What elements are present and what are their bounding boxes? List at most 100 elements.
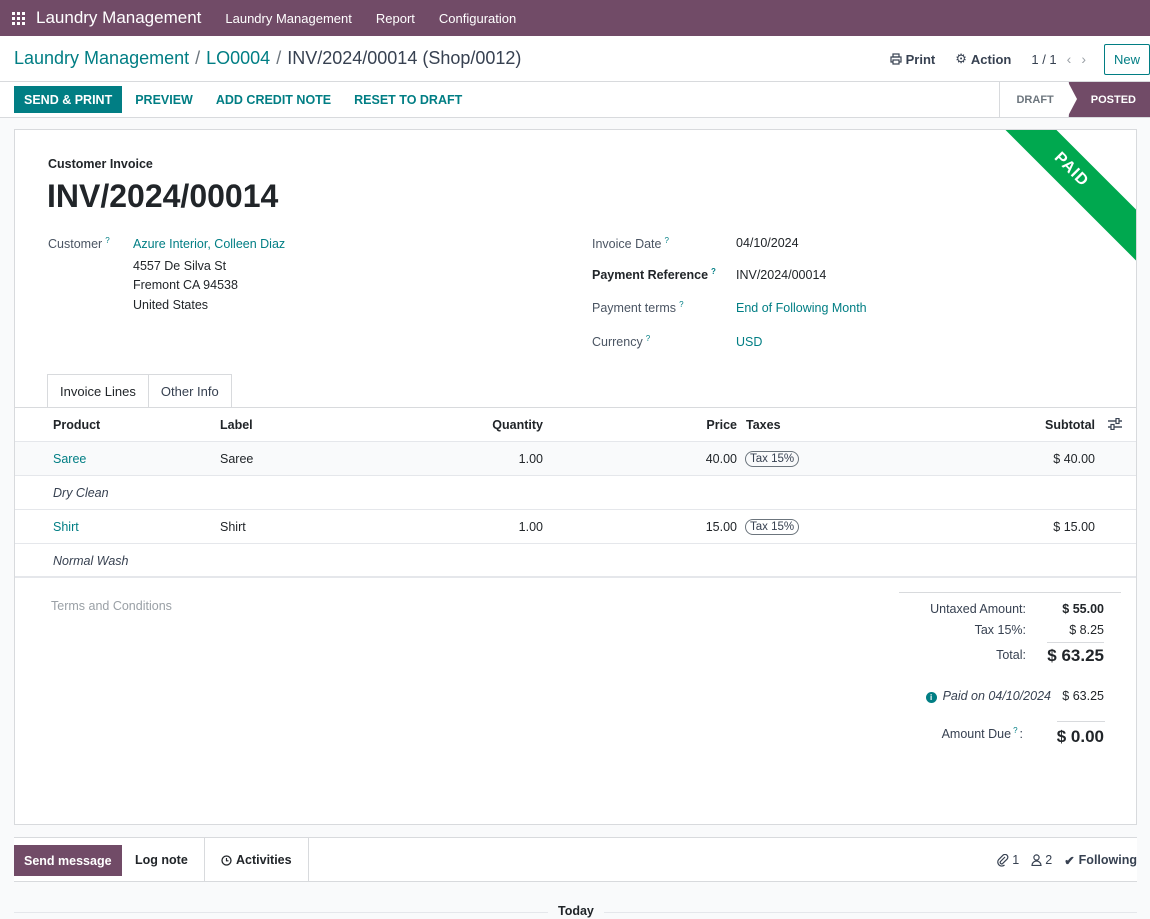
row-product[interactable]: Shirt — [53, 510, 79, 543]
row-note: Normal Wash — [53, 553, 129, 568]
header-taxes[interactable]: Taxes — [746, 408, 781, 441]
paid-ribbon: PAID — [969, 130, 1136, 272]
table-note-row[interactable]: Normal Wash — [15, 544, 1136, 578]
header-product[interactable]: Product — [53, 408, 100, 441]
paid-on-text: Paid on 04/10/2024 — [942, 689, 1051, 703]
reset-to-draft-button[interactable]: RESET TO DRAFT — [344, 86, 472, 113]
payment-reference-field[interactable]: INV/2024/00014 — [736, 268, 826, 282]
activities-label: Activities — [236, 853, 292, 867]
nav-item-configuration[interactable]: Configuration — [439, 11, 516, 26]
activities-button[interactable]: Activities — [205, 838, 309, 882]
payment-terms-label: Payment terms? — [592, 300, 684, 315]
breadcrumb-separator: / — [195, 48, 201, 68]
amount-due-divider — [1057, 721, 1105, 722]
payment-reference-label-text: Payment Reference — [592, 268, 709, 283]
app-brand[interactable]: Laundry Management — [36, 8, 201, 28]
status-bar: SEND & PRINT PREVIEW ADD CREDIT NOTE RES… — [0, 82, 1150, 118]
help-icon[interactable]: ? — [711, 267, 716, 276]
column-settings-icon[interactable] — [1108, 418, 1122, 430]
help-icon[interactable]: ? — [646, 334, 650, 343]
status-stages: DRAFT POSTED — [999, 82, 1150, 117]
total-value: $ 63.25 — [1047, 646, 1104, 665]
breadcrumb-current: INV/2024/00014 (Shop/0012) — [287, 48, 522, 68]
nav-item-report[interactable]: Report — [376, 11, 415, 26]
followers-count: 2 — [1045, 853, 1053, 867]
invoice-sheet: PAID Customer Invoice INV/2024/00014 Cus… — [14, 129, 1137, 825]
action-button[interactable]: ⚙ Action — [955, 51, 1011, 67]
new-button[interactable]: New — [1104, 43, 1150, 75]
row-subtotal: $ 40.00 — [1053, 451, 1095, 466]
payment-terms-label-text: Payment terms — [592, 301, 677, 316]
row-note: Dry Clean — [53, 485, 109, 500]
followers-button[interactable]: 2 — [1031, 853, 1052, 867]
attachments-count: 1 — [1012, 853, 1020, 867]
tax-value: $ 8.25 — [1069, 623, 1104, 637]
table-row[interactable]: Shirt Shirt 1.00 15.00 Tax 15% $ 15.00 — [15, 510, 1136, 544]
attachments-button[interactable]: 1 — [997, 853, 1019, 867]
table-row[interactable]: Saree Saree 1.00 40.00 Tax 15% $ 40.00 — [15, 442, 1136, 476]
currency-field[interactable]: USD — [736, 335, 762, 349]
tab-invoice-lines[interactable]: Invoice Lines — [47, 374, 149, 408]
tax-label: Tax 15%: — [974, 623, 1026, 637]
invoice-number: INV/2024/00014 — [47, 178, 279, 214]
customer-label-text: Customer — [48, 237, 103, 252]
add-credit-note-button[interactable]: ADD CREDIT NOTE — [206, 86, 341, 113]
following-label: Following — [1078, 853, 1137, 867]
row-tax-badge: Tax 15% — [745, 510, 800, 543]
stage-draft[interactable]: DRAFT — [999, 82, 1067, 117]
preview-button[interactable]: PREVIEW — [125, 86, 203, 113]
header-label[interactable]: Label — [220, 408, 253, 441]
pager-value[interactable]: 1 / 1 — [1031, 52, 1056, 67]
send-print-button[interactable]: SEND & PRINT — [14, 86, 123, 113]
payment-reference-label: Payment Reference? — [592, 267, 716, 282]
currency-label: Currency? — [592, 334, 650, 349]
apps-menu-icon[interactable] — [0, 0, 36, 36]
header-price[interactable]: Price — [615, 408, 737, 441]
notebook-tabs: Invoice Lines Other Info — [47, 374, 232, 408]
paid-on-line: i Paid on 04/10/2024 — [925, 689, 1051, 703]
address-line-2: Fremont CA 94538 — [133, 278, 238, 292]
tab-other-info[interactable]: Other Info — [148, 374, 232, 408]
today-label: Today — [548, 904, 604, 918]
log-note-button[interactable]: Log note — [119, 838, 205, 882]
customer-name[interactable]: Azure Interior, Colleen Diaz — [133, 237, 285, 251]
row-price: 15.00 — [705, 519, 737, 534]
header-subtotal[interactable]: Subtotal — [915, 408, 1095, 441]
invoice-date-field[interactable]: 04/10/2024 — [736, 236, 799, 250]
document-type: Customer Invoice — [48, 157, 153, 171]
invoice-date-label: Invoice Date? — [592, 236, 669, 251]
total-divider — [1047, 642, 1104, 643]
row-price: 40.00 — [705, 451, 737, 466]
help-icon[interactable]: ? — [1013, 726, 1017, 735]
pager-next-icon[interactable]: › — [1081, 51, 1086, 67]
chatter-bar: Send message Log note Activities 1 2 ✔ F… — [14, 837, 1137, 882]
help-icon[interactable]: ? — [105, 236, 109, 245]
control-panel: Laundry Management / LO0004 / INV/2024/0… — [0, 36, 1150, 82]
info-icon[interactable]: i — [925, 692, 937, 703]
send-message-button[interactable]: Send message — [14, 845, 122, 876]
table-note-row[interactable]: Dry Clean — [15, 476, 1136, 510]
help-icon[interactable]: ? — [679, 300, 683, 309]
address-line-3: United States — [133, 298, 209, 312]
total-label: Total: — [996, 648, 1026, 662]
breadcrumb-separator: / — [276, 48, 282, 68]
following-button[interactable]: ✔ Following — [1064, 853, 1137, 868]
printer-icon — [890, 53, 902, 65]
invoice-lines-table: Product Label Quantity Price Taxes Subto… — [15, 408, 1136, 578]
help-icon[interactable]: ? — [664, 236, 668, 245]
nav-item-laundry-management[interactable]: Laundry Management — [225, 11, 351, 26]
print-button[interactable]: Print — [890, 52, 935, 67]
customer-label: Customer? — [48, 236, 110, 251]
breadcrumb-order[interactable]: LO0004 — [206, 48, 270, 69]
header-quantity[interactable]: Quantity — [415, 408, 543, 441]
clock-icon — [221, 854, 232, 866]
breadcrumb-root[interactable]: Laundry Management — [14, 48, 189, 69]
row-product[interactable]: Saree — [53, 442, 86, 475]
tax-tag: Tax 15% — [745, 450, 800, 467]
pager-previous-icon[interactable]: ‹ — [1067, 51, 1072, 67]
terms-conditions-input[interactable]: Terms and Conditions — [51, 599, 172, 613]
row-label: Shirt — [220, 519, 246, 534]
stage-posted[interactable]: POSTED — [1067, 82, 1150, 117]
amount-due-label: Amount Due?: — [942, 726, 1023, 741]
payment-terms-field[interactable]: End of Following Month — [736, 301, 867, 315]
